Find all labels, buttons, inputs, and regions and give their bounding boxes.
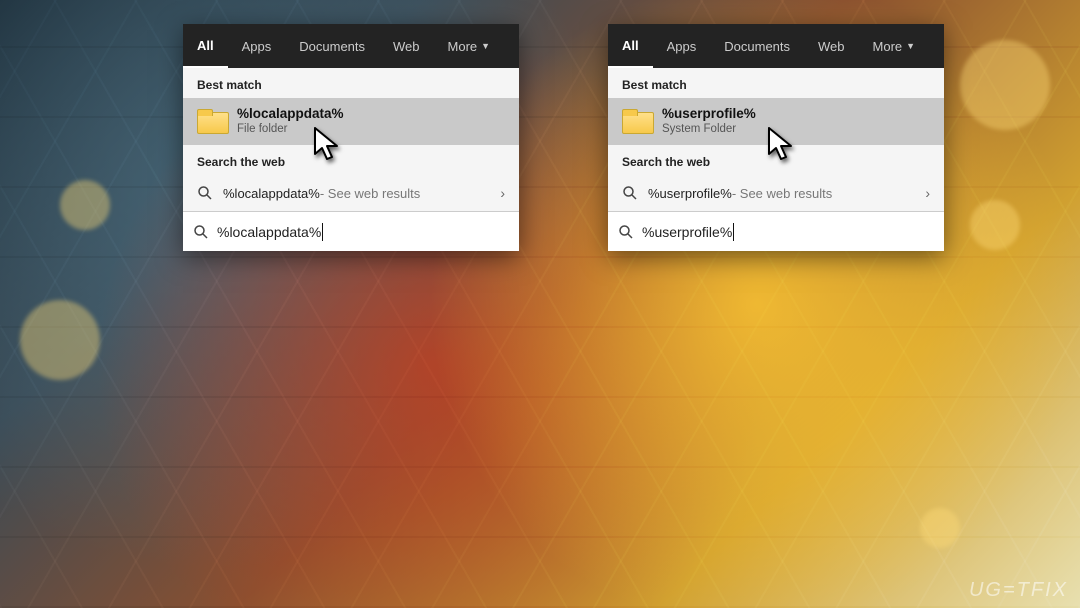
results-body: Best match %localappdata% File folder Se… — [183, 68, 519, 211]
search-web-label: Search the web — [183, 145, 519, 175]
tab-documents[interactable]: Documents — [285, 24, 379, 68]
chevron-down-icon: ▼ — [481, 41, 490, 51]
web-query-text: %userprofile% — [648, 186, 732, 201]
best-match-title: %userprofile% — [662, 106, 756, 121]
search-panel-right: All Apps Documents Web More▼ Best match … — [608, 24, 944, 251]
web-result[interactable]: %localappdata% - See web results › — [183, 175, 519, 211]
search-icon — [618, 224, 634, 240]
tab-apps[interactable]: Apps — [653, 24, 711, 68]
tab-more[interactable]: More▼ — [859, 24, 930, 68]
web-suffix: - See web results — [732, 186, 832, 201]
tab-web[interactable]: Web — [804, 24, 859, 68]
best-match-label: Best match — [608, 68, 944, 98]
tab-all[interactable]: All — [608, 24, 653, 68]
best-match-subtitle: File folder — [237, 123, 344, 135]
web-query-text: %localappdata% — [223, 186, 320, 201]
search-input[interactable]: %userprofile% — [608, 211, 944, 251]
search-icon — [622, 185, 638, 201]
search-value: %localappdata% — [217, 224, 321, 240]
chevron-right-icon: › — [925, 185, 930, 201]
chevron-right-icon: › — [500, 185, 505, 201]
tab-web[interactable]: Web — [379, 24, 434, 68]
search-icon — [197, 185, 213, 201]
tab-more[interactable]: More▼ — [434, 24, 505, 68]
folder-icon — [622, 109, 652, 133]
best-match-result[interactable]: %localappdata% File folder — [183, 98, 519, 145]
best-match-result[interactable]: %userprofile% System Folder — [608, 98, 944, 145]
web-suffix: - See web results — [320, 186, 420, 201]
web-result[interactable]: %userprofile% - See web results › — [608, 175, 944, 211]
results-body: Best match %userprofile% System Folder S… — [608, 68, 944, 211]
search-tabs: All Apps Documents Web More▼ — [608, 24, 944, 68]
best-match-subtitle: System Folder — [662, 123, 756, 135]
chevron-down-icon: ▼ — [906, 41, 915, 51]
search-tabs: All Apps Documents Web More▼ — [183, 24, 519, 68]
tab-apps[interactable]: Apps — [228, 24, 286, 68]
search-value: %userprofile% — [642, 224, 732, 240]
tab-all[interactable]: All — [183, 24, 228, 68]
tab-documents[interactable]: Documents — [710, 24, 804, 68]
best-match-label: Best match — [183, 68, 519, 98]
folder-icon — [197, 109, 227, 133]
search-panel-left: All Apps Documents Web More▼ Best match … — [183, 24, 519, 251]
search-input[interactable]: %localappdata% — [183, 211, 519, 251]
watermark: UG=TFIX — [969, 579, 1068, 602]
text-caret — [322, 223, 323, 241]
search-icon — [193, 224, 209, 240]
best-match-title: %localappdata% — [237, 106, 344, 121]
search-web-label: Search the web — [608, 145, 944, 175]
text-caret — [733, 223, 734, 241]
